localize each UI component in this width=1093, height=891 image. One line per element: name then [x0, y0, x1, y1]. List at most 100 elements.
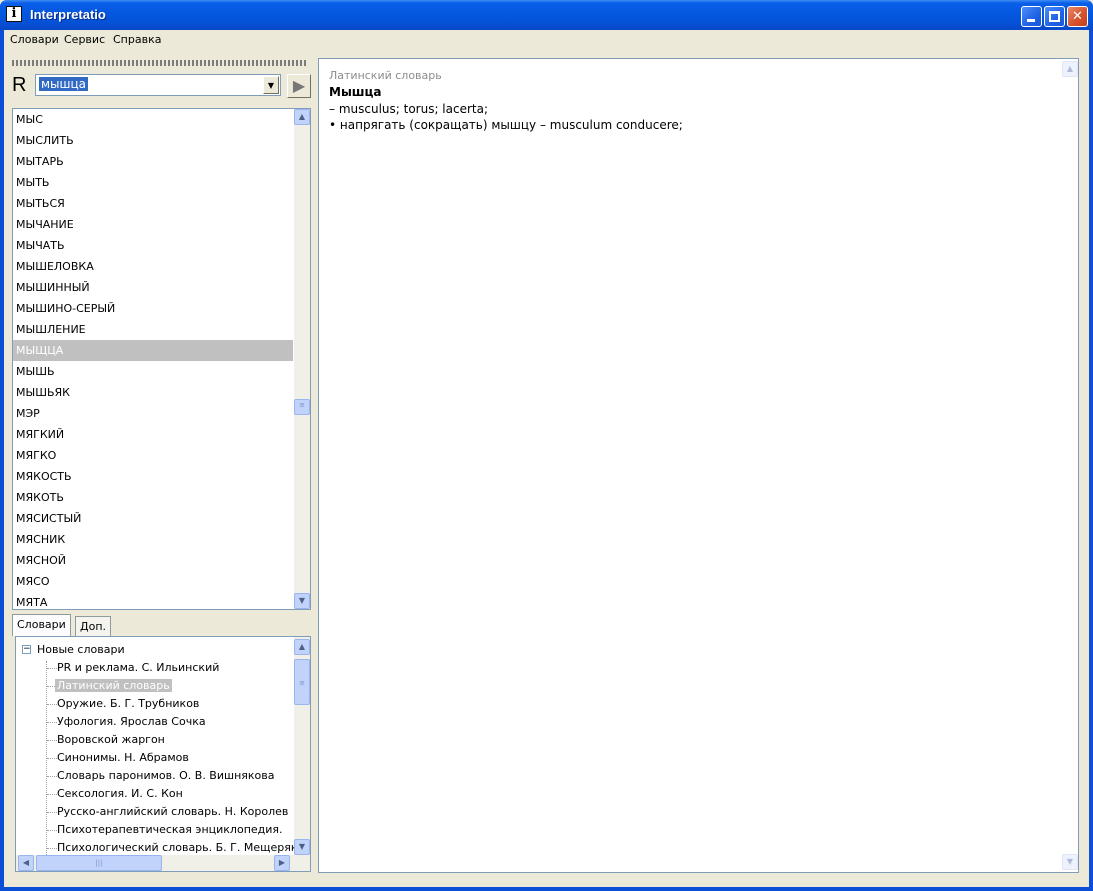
tree-item[interactable]: Оружие. Б. Г. Трубников: [57, 695, 199, 713]
list-item[interactable]: МЯСНОЙ: [13, 550, 293, 571]
tree-connector: [47, 794, 57, 795]
list-item[interactable]: МЯСНИК: [13, 529, 293, 550]
article-view[interactable]: Латинский словарь Мышца – musculus; toru…: [318, 58, 1079, 873]
tree-item-selected[interactable]: Латинский словарь: [55, 677, 172, 695]
tree-connector: [47, 668, 57, 669]
search-text: мышца: [39, 77, 89, 91]
app-icon: i: [6, 6, 22, 22]
list-item[interactable]: МЫШЬ: [13, 361, 293, 382]
scroll-up-icon[interactable]: ▲: [1062, 61, 1078, 77]
h-scroll-thumb[interactable]: |||: [36, 855, 162, 871]
play-icon: ▶: [292, 76, 306, 95]
list-item[interactable]: МЫЧАТЬ: [13, 235, 293, 256]
close-button[interactable]: ✕: [1067, 6, 1088, 27]
close-icon: ✕: [1072, 9, 1083, 24]
list-item[interactable]: МЫС: [13, 109, 293, 130]
list-item[interactable]: МЯГКИЙ: [13, 424, 293, 445]
menu-bar: Словари Сервис Справка: [4, 30, 1089, 49]
tree-connector: [47, 740, 57, 741]
minimize-button[interactable]: [1021, 6, 1042, 27]
tree-hscrollbar[interactable]: ◀ ||| ▶: [16, 855, 310, 871]
tree-item[interactable]: Воровской жаргон: [57, 731, 165, 749]
list-item[interactable]: МЫШЬЯК: [13, 382, 293, 403]
tree-connector: [47, 812, 57, 813]
list-item[interactable]: МЫТЬСЯ: [13, 193, 293, 214]
list-item[interactable]: МЯКОТЬ: [13, 487, 293, 508]
tree-item[interactable]: Сексология. И. С. Кон: [57, 785, 183, 803]
maximize-button[interactable]: [1044, 6, 1065, 27]
tree-connector: [47, 776, 57, 777]
scroll-thumb[interactable]: ≡: [294, 399, 310, 415]
tree-vscrollbar[interactable]: ▲ ≡ ▼: [294, 637, 310, 855]
list-item[interactable]: МЫШЛЕНИЕ: [13, 319, 293, 340]
tree-item[interactable]: Русско-английский словарь. Н. Королев: [57, 803, 288, 821]
scroll-thumb[interactable]: ≡: [294, 659, 310, 705]
article-line: • напрягать (сокращать) мышцу – musculum…: [329, 118, 683, 132]
menu-dictionaries[interactable]: Словари: [10, 33, 59, 46]
menu-help[interactable]: Справка: [113, 33, 161, 46]
article-scrollbar[interactable]: ▲ ▼: [1062, 59, 1078, 872]
tree-guide: [46, 661, 47, 871]
collapse-icon[interactable]: −: [22, 645, 31, 654]
tree-connector: [47, 830, 57, 831]
dictionary-tree[interactable]: − Новые словари PR и реклама. С. Ильинск…: [15, 636, 311, 872]
go-button[interactable]: ▶: [287, 74, 311, 98]
tree-item-label: Оружие. Б. Г. Трубников: [57, 697, 200, 710]
list-item[interactable]: МЫТАРЬ: [13, 151, 293, 172]
scroll-up-icon[interactable]: ▲: [294, 639, 310, 655]
tree-item-label: Уфология. Ярослав Сочка: [57, 715, 206, 728]
tree-item-label: Сексология. И. С. Кон: [57, 787, 183, 800]
word-list-scrollbar[interactable]: ▲ ≡ ▼: [294, 109, 310, 609]
article-dictionary-name: Латинский словарь: [329, 69, 442, 82]
menu-service[interactable]: Сервис: [64, 33, 105, 46]
tree-item-label: PR и реклама. С. Ильинский: [57, 661, 220, 674]
tree-item[interactable]: Синонимы. Н. Абрамов: [57, 749, 189, 767]
list-item[interactable]: МЯГКО: [13, 445, 293, 466]
tree-item-label: Психотерапевтическая энциклопедия.: [57, 823, 283, 836]
scroll-down-icon[interactable]: ▼: [1062, 854, 1078, 870]
search-input[interactable]: мышца: [38, 77, 258, 93]
tree-item-label: Воровской жаргон: [57, 733, 165, 746]
language-label: R: [12, 74, 27, 96]
list-item[interactable]: МЯКОСТЬ: [13, 466, 293, 487]
title-bar[interactable]: i Interpretatio ✕: [0, 0, 1093, 30]
window-title: Interpretatio: [30, 7, 106, 22]
scroll-up-icon[interactable]: ▲: [294, 109, 310, 125]
tree-connector: [47, 758, 57, 759]
toolbar-grip[interactable]: [12, 60, 308, 66]
tree-item[interactable]: Словарь паронимов. О. В. Вишнякова: [57, 767, 274, 785]
list-item[interactable]: МЫТЬ: [13, 172, 293, 193]
tree-item[interactable]: Психотерапевтическая энциклопедия.: [57, 821, 283, 839]
tree-item-label: Русско-английский словарь. Н. Королев: [57, 805, 289, 818]
tab-dictionaries[interactable]: Словари: [12, 614, 71, 636]
list-item[interactable]: МЯСО: [13, 571, 293, 592]
article-line: – musculus; torus; lacerta;: [329, 102, 489, 116]
list-item[interactable]: МЫШЕЛОВКА: [13, 256, 293, 277]
scroll-right-icon[interactable]: ▶: [274, 855, 290, 871]
app-window: i Interpretatio ✕ Словари Сервис Справка…: [0, 0, 1093, 891]
client-area: Словари Сервис Справка R мышца ▼ ▶ МЫС М…: [4, 30, 1089, 887]
scroll-down-icon[interactable]: ▼: [294, 839, 310, 855]
tab-extra[interactable]: Доп.: [75, 616, 112, 636]
list-item[interactable]: МЫСЛИТЬ: [13, 130, 293, 151]
tree-root[interactable]: Новые словари: [37, 641, 125, 659]
search-combobox[interactable]: мышца ▼: [35, 74, 281, 96]
tree-item-label: Латинский словарь: [55, 679, 172, 692]
scroll-down-icon[interactable]: ▼: [294, 593, 310, 609]
list-item[interactable]: МЫШИНО-СЕРЫЙ: [13, 298, 293, 319]
minimize-icon: [1027, 19, 1035, 22]
list-item[interactable]: МЭР: [13, 403, 293, 424]
maximize-icon: [1049, 11, 1060, 22]
list-item-selected[interactable]: МЫЩЦА: [13, 340, 293, 361]
tree-item[interactable]: PR и реклама. С. Ильинский: [57, 659, 219, 677]
list-item[interactable]: МЫШИННЫЙ: [13, 277, 293, 298]
scroll-left-icon[interactable]: ◀: [18, 855, 34, 871]
tree-item[interactable]: Уфология. Ярослав Сочка: [57, 713, 206, 731]
word-list[interactable]: МЫС МЫСЛИТЬ МЫТАРЬ МЫТЬ МЫТЬСЯ МЫЧАНИЕ М…: [12, 108, 311, 610]
article-headword: Мышца: [329, 85, 382, 99]
list-item[interactable]: МЫЧАНИЕ: [13, 214, 293, 235]
tree-item-label: Синонимы. Н. Абрамов: [57, 751, 189, 764]
chevron-down-icon[interactable]: ▼: [263, 76, 279, 94]
list-item[interactable]: МЯСИСТЫЙ: [13, 508, 293, 529]
list-item[interactable]: МЯТА: [13, 592, 293, 609]
